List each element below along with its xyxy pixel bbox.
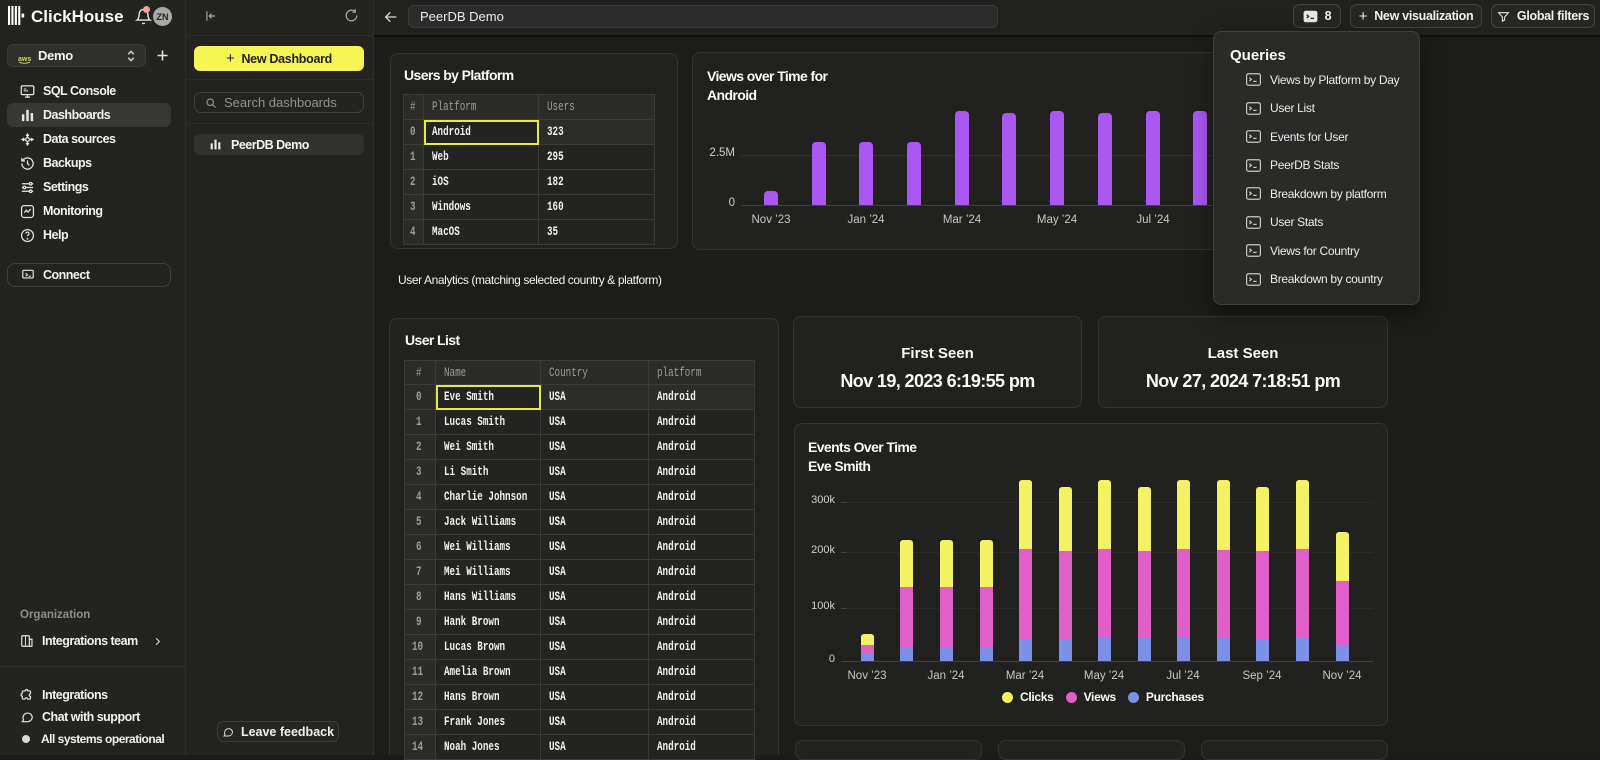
svg-text:aws: aws [18, 56, 31, 63]
